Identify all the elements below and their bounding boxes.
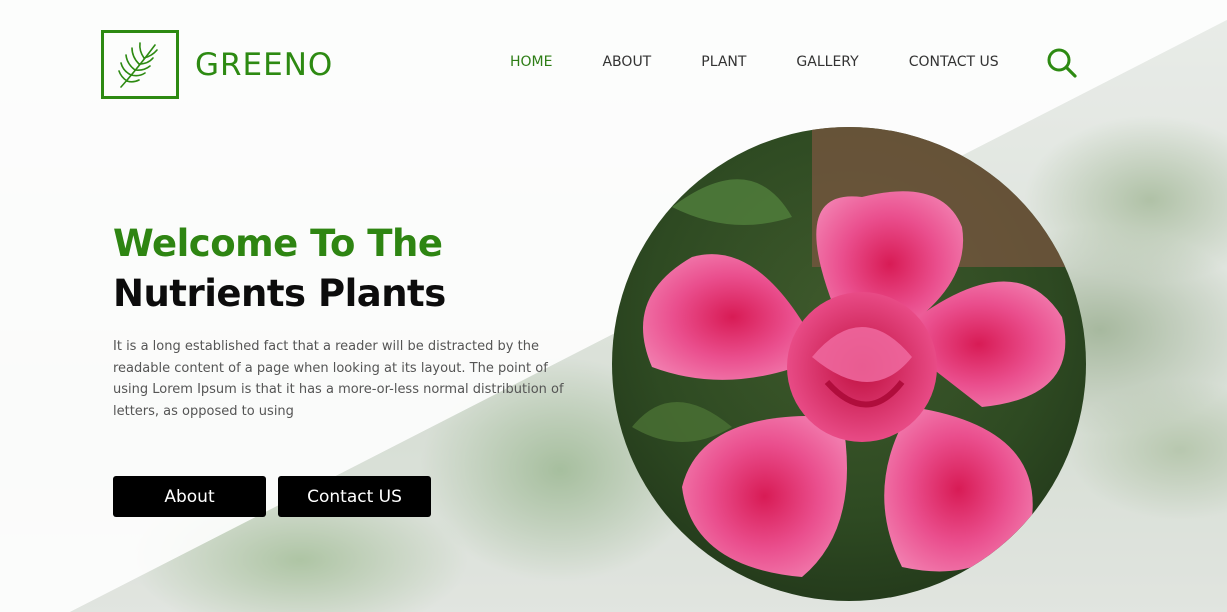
pink-flower-image bbox=[612, 127, 1086, 601]
nav-plant[interactable]: PLANT bbox=[701, 54, 746, 70]
about-button[interactable]: About bbox=[113, 476, 266, 517]
search-icon bbox=[1047, 48, 1077, 78]
nav-contact-us[interactable]: CONTACT US bbox=[909, 54, 999, 70]
hero-title-line1: Welcome To The bbox=[113, 222, 443, 265]
search-button[interactable] bbox=[1046, 47, 1078, 79]
nav-about[interactable]: ABOUT bbox=[602, 54, 651, 70]
nav-home[interactable]: HOME bbox=[510, 54, 552, 70]
main-nav: HOME ABOUT PLANT GALLERY CONTACT US bbox=[510, 54, 1049, 70]
site-logo[interactable]: GREENO bbox=[101, 30, 333, 99]
hero-title-line2: Nutrients Plants bbox=[113, 272, 446, 315]
brand-name: GREENO bbox=[195, 46, 334, 83]
hero-description: It is a long established fact that a rea… bbox=[113, 339, 564, 419]
contact-us-button[interactable]: Contact US bbox=[278, 476, 431, 517]
palm-leaf-icon bbox=[118, 41, 158, 88]
nav-gallery[interactable]: GALLERY bbox=[796, 54, 858, 70]
logo-box bbox=[101, 30, 179, 99]
